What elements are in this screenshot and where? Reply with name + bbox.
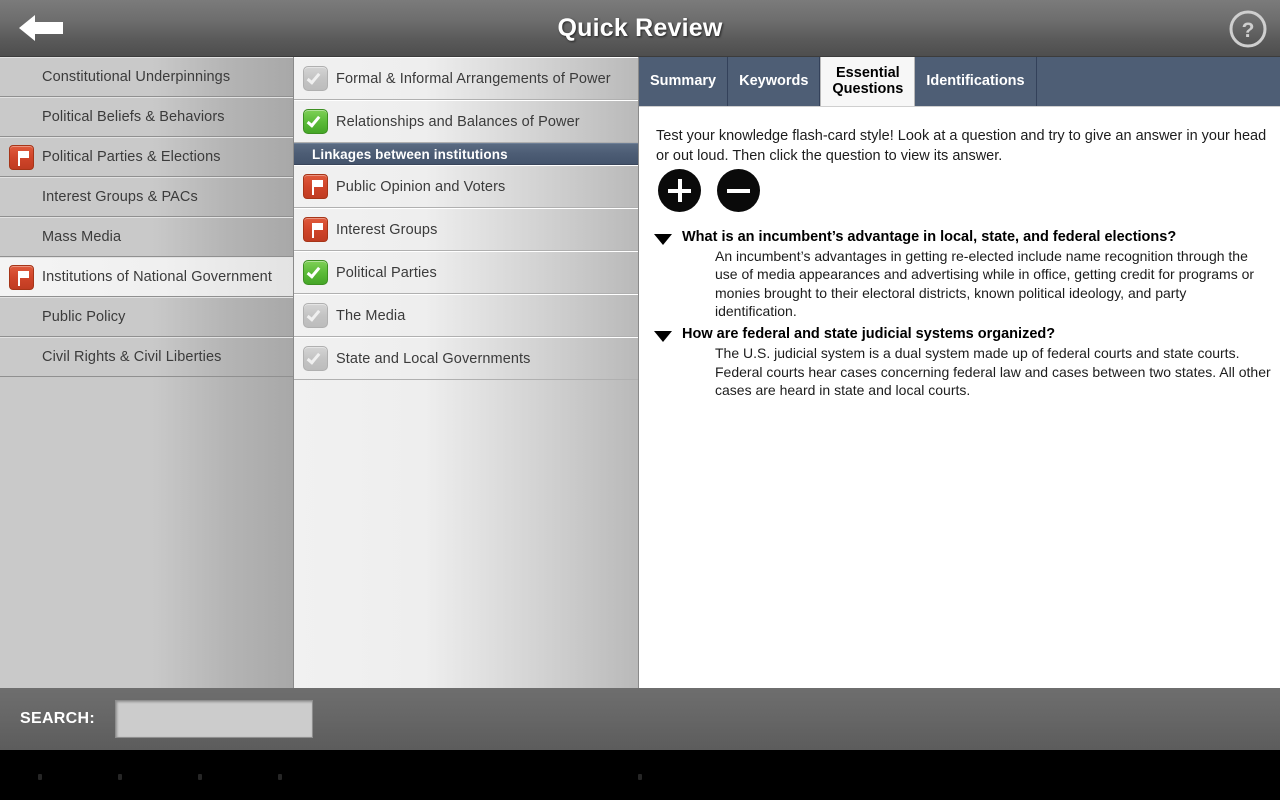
plus-icon-vertical [677, 179, 682, 202]
sidebar-item-label: Political Parties & Elections [42, 149, 221, 165]
sidebar-item[interactable]: Constitutional Underpinnings [0, 57, 293, 97]
expand-all-button[interactable] [658, 169, 701, 212]
subtopic-item-label: Formal & Informal Arrangements of Power [336, 70, 611, 87]
answer-text: The U.S. judicial system is a dual syste… [715, 345, 1271, 398]
subtopic-item[interactable]: Formal & Informal Arrangements of Power [294, 57, 638, 100]
sidebar-item-label: Public Policy [42, 309, 126, 325]
subtopic-item-label: Interest Groups [336, 221, 438, 238]
sidebar-item[interactable]: Political Beliefs & Behaviors [0, 97, 293, 137]
sidebar-item[interactable]: Civil Rights & Civil Liberties [0, 337, 293, 377]
triangle-down-icon[interactable] [654, 234, 672, 245]
nav-dot [638, 774, 642, 780]
sidebar-item[interactable]: Public Policy [0, 297, 293, 337]
search-bar: SEARCH: [0, 688, 1280, 750]
sidebar-item-label: Institutions of National Government [42, 269, 272, 285]
subtopic-item-label: Political Parties [336, 264, 437, 281]
subtopic-item-label: The Media [336, 307, 406, 324]
minus-icon [727, 188, 750, 193]
sidebar-item-label: Constitutional Underpinnings [42, 69, 231, 85]
subtopic-item[interactable]: Interest Groups [294, 208, 638, 251]
search-input[interactable] [115, 700, 313, 738]
collapse-all-button[interactable] [717, 169, 760, 212]
subtopic-item-icon-slot [294, 174, 336, 199]
content-panel: Summary Keywords Essential Questions Identif… [639, 57, 1280, 688]
check-tick-icon [306, 264, 320, 279]
sidebar-item-icon-slot [0, 144, 42, 170]
sidebar-item-label: Civil Rights & Civil Liberties [42, 349, 222, 365]
flag-icon [8, 264, 34, 290]
sidebar-item[interactable]: Mass Media [0, 217, 293, 257]
app-root: Quick Review ? Constitutional Underpinni… [0, 0, 1280, 800]
subtopic-item-icon-slot [294, 346, 336, 371]
tab-keywords[interactable]: Keywords [728, 57, 821, 106]
question-text: What is an incumbent’s advantage in loca… [682, 229, 1177, 245]
tab-bar[interactable]: Summary Keywords Essential Questions Identif… [639, 57, 1280, 107]
subtopic-item[interactable]: Public Opinion and Voters [294, 165, 638, 208]
nav-dot [118, 774, 122, 780]
header-bar: Quick Review ? [0, 0, 1280, 57]
nav-dot [278, 774, 282, 780]
checkbox-green-icon[interactable] [302, 109, 328, 134]
question-mark-circle-icon: ? [1229, 10, 1267, 48]
check-tick-icon [306, 70, 320, 85]
expand-collapse-controls [658, 169, 760, 212]
question-row[interactable]: How are federal and state judicial syste… [654, 326, 1265, 343]
subtopic-item-label: State and Local Governments [336, 350, 531, 367]
tab-bar-filler [1036, 57, 1280, 106]
subtopic-panel[interactable]: Formal & Informal Arrangements of Power R… [294, 57, 639, 688]
search-label: SEARCH: [20, 710, 95, 727]
sidebar-item-label: Interest Groups & PACs [42, 189, 198, 205]
sidebar-item-label: Political Beliefs & Behaviors [42, 109, 225, 125]
subtopic-item-icon-slot [294, 260, 336, 285]
question-row[interactable]: What is an incumbent’s advantage in loca… [654, 229, 1265, 245]
checkbox-gray-icon[interactable] [302, 346, 328, 371]
help-button[interactable]: ? [1228, 9, 1268, 49]
intro-text: Test your knowledge flash-card style! Lo… [656, 128, 1267, 164]
subtopic-item-icon-slot [294, 217, 336, 242]
check-tick-icon [306, 350, 320, 365]
subtopic-item[interactable]: Political Parties [294, 251, 638, 294]
sidebar-item[interactable]: Political Parties & Elections [0, 137, 293, 177]
question-text: How are federal and state judicial syste… [682, 326, 1056, 343]
flag-icon [302, 174, 328, 199]
tab-summary[interactable]: Summary [639, 57, 729, 106]
answer-text: An incumbent’s advantages in getting re-… [715, 248, 1255, 319]
subtopic-group-header-label: Linkages between institutions [312, 146, 508, 162]
sidebar-item[interactable]: Institutions of National Government [0, 257, 293, 297]
sidebar-item-label: Mass Media [42, 229, 122, 245]
subtopic-item[interactable]: The Media [294, 294, 638, 337]
triangle-down-icon[interactable] [654, 331, 672, 343]
sidebar-item[interactable]: Interest Groups & PACs [0, 177, 293, 217]
page-title: Quick Review [557, 14, 723, 42]
flag-icon [302, 217, 328, 242]
question-item: What is an incumbent’s advantage in loca… [639, 229, 1280, 320]
checkbox-green-icon[interactable] [302, 260, 328, 285]
nav-dot [198, 774, 202, 780]
tab-essential-questions[interactable]: Essential Questions [820, 57, 916, 106]
question-list: What is an incumbent’s advantage in loca… [639, 229, 1280, 405]
question-item: How are federal and state judicial syste… [639, 326, 1280, 399]
subtopic-item-icon-slot [294, 303, 336, 328]
subtopic-item-label: Public Opinion and Voters [336, 178, 506, 195]
subtopic-item-icon-slot [294, 66, 336, 91]
checkbox-gray-icon[interactable] [302, 303, 328, 328]
check-tick-icon [306, 307, 320, 322]
subtopic-group-header: Linkages between institutions [294, 143, 638, 165]
topic-sidebar[interactable]: Constitutional Underpinnings Political Be… [0, 57, 294, 688]
subtopic-item-label: Relationships and Balances of Power [336, 113, 580, 130]
svg-text:?: ? [1242, 19, 1255, 42]
subtopic-item-icon-slot [294, 109, 336, 134]
checkbox-gray-icon[interactable] [302, 66, 328, 91]
subtopic-item[interactable]: State and Local Governments [294, 337, 638, 380]
subtopic-item[interactable]: Relationships and Balances of Power [294, 100, 638, 143]
sidebar-item-icon-slot [0, 264, 42, 290]
system-nav-bar [0, 750, 1280, 800]
nav-dot [38, 774, 42, 780]
tab-identifications[interactable]: Identifications [915, 57, 1037, 106]
check-tick-icon [306, 113, 320, 128]
flag-icon [8, 144, 34, 170]
